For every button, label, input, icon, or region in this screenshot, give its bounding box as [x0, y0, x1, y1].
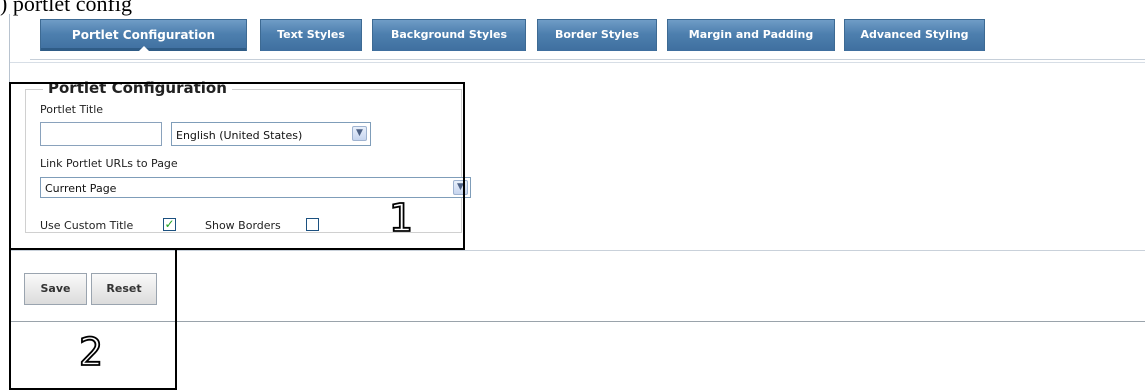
tab-background-styles[interactable]: Background Styles — [372, 19, 526, 51]
callout-number-1: 1 — [388, 196, 414, 240]
tab-advanced-styling[interactable]: Advanced Styling — [844, 19, 985, 51]
tab-border-styles[interactable]: Border Styles — [537, 19, 657, 51]
tab-portlet-configuration[interactable]: Portlet Configuration — [40, 19, 247, 52]
tab-text-styles[interactable]: Text Styles — [260, 19, 362, 51]
caption-fragment: ) portlet config — [0, 0, 132, 16]
tab-strip: Portlet Configuration Text Styles Backgr… — [10, 16, 1145, 60]
tab-margin-and-padding[interactable]: Margin and Padding — [667, 19, 835, 51]
callout-number-2: 2 — [78, 330, 104, 374]
tab-underline — [30, 59, 1145, 60]
bottom-divider — [10, 321, 1145, 322]
